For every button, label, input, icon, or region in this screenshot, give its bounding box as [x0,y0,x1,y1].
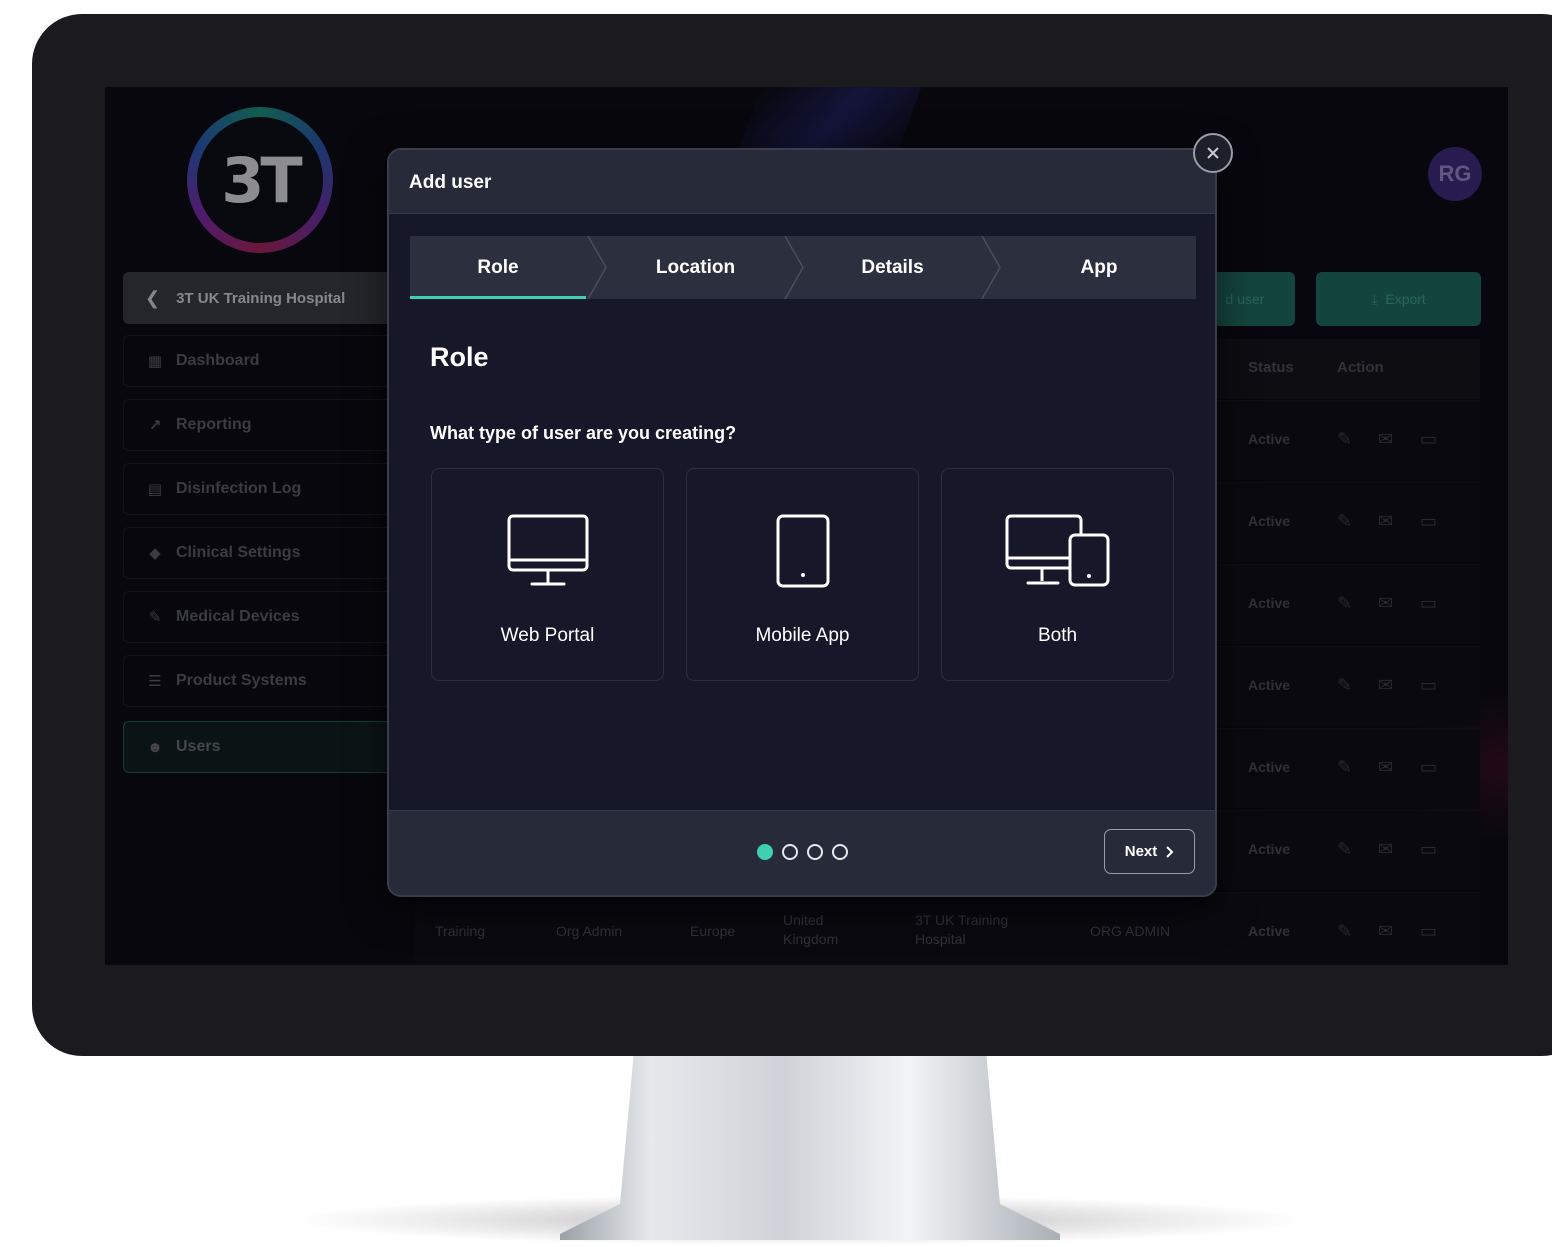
step-label: Role [477,256,519,278]
dialog-title: Add user [409,172,492,193]
step-indicator: Role Location Details App [410,236,1196,299]
monitor-screen: 3T ❮ 3T UK Training Hospital ▦ Dashboard… [105,87,1508,965]
next-button-label: Next [1124,843,1158,860]
option-label: Mobile App [755,625,850,646]
next-button[interactable]: Next [1104,829,1195,874]
step-label: App [1080,256,1118,278]
active-step-underline [410,296,586,299]
pagination-dots [757,844,848,860]
option-web-portal[interactable]: Web Portal [431,468,664,681]
step-app[interactable]: App [1002,236,1196,299]
page-dot[interactable] [832,844,848,860]
close-dialog-button[interactable] [1193,133,1233,173]
step-details[interactable]: Details [805,236,980,299]
monitor-stand [560,1040,1060,1240]
page-dot[interactable] [807,844,823,860]
step-separator [784,236,804,299]
step-separator [981,236,1001,299]
section-title: Role [430,342,489,372]
close-icon [1207,147,1219,159]
dialog-footer: Next [389,810,1215,895]
tablet-icon [776,514,829,588]
dialog-header: Add user [389,150,1215,214]
step-label: Location [655,256,736,278]
role-question: What type of user are you creating? [430,423,737,443]
option-mobile-app[interactable]: Mobile App [686,468,919,681]
add-user-dialog: Add user Role Location Details App Role … [387,148,1217,897]
step-location[interactable]: Location [608,236,783,299]
option-label: Web Portal [500,625,595,646]
step-label: Details [861,256,924,278]
page-dot[interactable] [782,844,798,860]
chevron-right-icon [1166,845,1174,858]
monitor-tablet-icon [1005,514,1109,587]
step-role[interactable]: Role [410,236,586,299]
monitor-icon [507,514,588,586]
option-both[interactable]: Both [941,468,1174,681]
option-label: Both [1037,625,1078,646]
step-separator [587,236,607,299]
page-dot-active[interactable] [757,844,773,860]
